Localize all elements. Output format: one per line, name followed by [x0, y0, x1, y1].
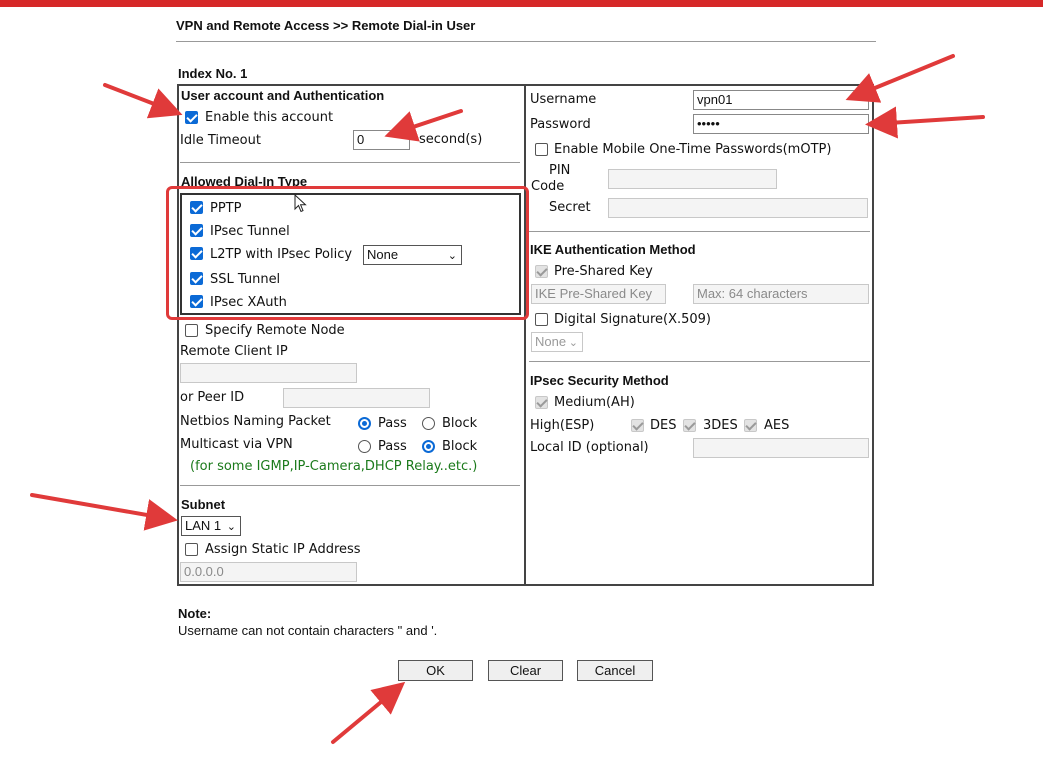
arrow-username [845, 54, 955, 103]
annotation-arrows [30, 54, 985, 744]
arrow-ok-button [331, 681, 406, 744]
arrow-idle-timeout [384, 109, 463, 142]
arrow-enable-account [103, 83, 183, 119]
arrow-password [865, 106, 985, 139]
arrow-subnet [30, 493, 178, 531]
